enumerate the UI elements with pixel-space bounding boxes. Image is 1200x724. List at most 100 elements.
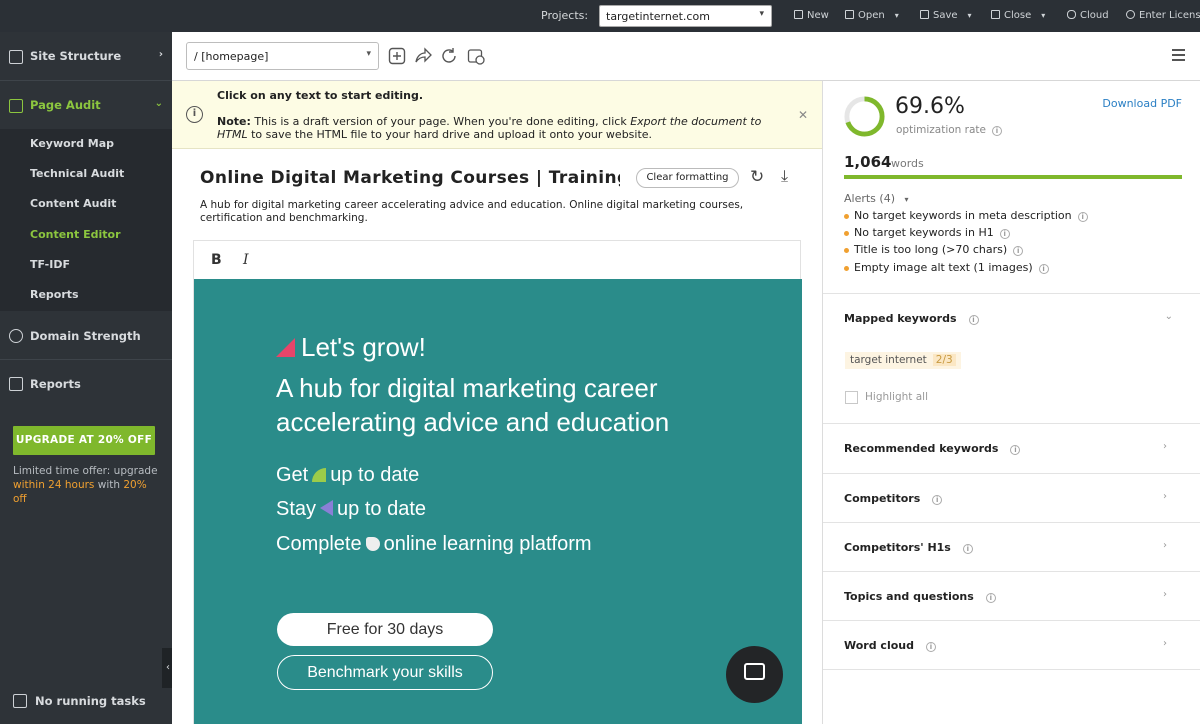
chat-button[interactable] bbox=[726, 646, 783, 703]
project-select[interactable]: targetinternet.com ▾ bbox=[599, 5, 772, 27]
sidebar-item-keyword-map[interactable]: Keyword Map bbox=[30, 137, 114, 150]
section-title: Topics and questions bbox=[844, 590, 974, 603]
word-cloud-section[interactable]: Word cloud i › bbox=[823, 620, 1200, 670]
hero-line-stay[interactable]: Stay up to date bbox=[276, 498, 426, 521]
info-icon[interactable]: i bbox=[992, 126, 1002, 136]
optimization-rate: 69.6% bbox=[895, 94, 965, 119]
benchmark-button[interactable]: Benchmark your skills bbox=[277, 655, 493, 690]
sidebar-item-tf-idf[interactable]: TF-IDF bbox=[30, 258, 70, 271]
alert-item: Title is too long (>70 chars) i bbox=[843, 243, 1024, 256]
sidebar-item-label: Domain Strength bbox=[30, 329, 141, 343]
alerts-toggle[interactable]: Alerts (4) ▾ bbox=[844, 192, 909, 205]
info-icon[interactable]: i bbox=[1038, 264, 1049, 274]
hero-line-text[interactable]: Complete bbox=[276, 533, 362, 555]
keyword-chip[interactable]: target internet 2/3 bbox=[845, 352, 961, 369]
new-button-label: New bbox=[807, 10, 829, 21]
url-toolbar: / [homepage] ▾ bbox=[172, 32, 1200, 81]
chevron-right-icon: › bbox=[1163, 441, 1167, 452]
schedule-refresh-icon[interactable] bbox=[467, 47, 485, 65]
clear-formatting-button[interactable]: Clear formatting bbox=[636, 168, 739, 188]
section-header[interactable]: Mapped keywords i bbox=[844, 312, 979, 325]
info-icon[interactable]: i bbox=[1077, 212, 1088, 222]
hero-line-complete[interactable]: Complete online learning platform bbox=[276, 533, 592, 556]
competitors-h1s-section[interactable]: Competitors' H1s i › bbox=[823, 522, 1200, 571]
meta-description[interactable]: A hub for digital marketing career accel… bbox=[200, 199, 790, 225]
note-text: to save the HTML file to your hard drive… bbox=[247, 128, 653, 141]
add-page-icon[interactable] bbox=[388, 47, 406, 65]
sidebar-item-reports-sub[interactable]: Reports bbox=[30, 288, 79, 301]
hero-headline[interactable]: A hub for digital marketing career accel… bbox=[276, 371, 716, 439]
sidebar-item-technical-audit[interactable]: Technical Audit bbox=[30, 167, 124, 180]
offer-highlight: within 24 hours bbox=[13, 479, 95, 491]
hero-tagline[interactable]: Let's grow! bbox=[276, 332, 426, 363]
open-button[interactable]: Open ▾ bbox=[845, 10, 899, 21]
page-url-select[interactable]: / [homepage] ▾ bbox=[186, 42, 379, 70]
chevron-down-icon: ▾ bbox=[759, 9, 764, 19]
hero-line-text[interactable]: up to date bbox=[337, 498, 426, 520]
close-icon[interactable]: ✕ bbox=[798, 108, 808, 122]
hero-line-get[interactable]: Get up to date bbox=[276, 464, 419, 487]
projects-label: Projects: bbox=[541, 9, 589, 22]
info-icon[interactable]: i bbox=[1013, 246, 1024, 256]
enter-license-button[interactable]: Enter License bbox=[1126, 10, 1200, 21]
free-trial-button[interactable]: Free for 30 days bbox=[277, 613, 493, 646]
hero-line-text[interactable]: Get bbox=[276, 464, 308, 486]
divider bbox=[0, 359, 172, 360]
refresh-icon[interactable]: ↻ bbox=[750, 167, 764, 187]
share-icon[interactable] bbox=[414, 47, 432, 65]
chevron-down-icon[interactable]: ▾ bbox=[1041, 11, 1045, 20]
hero-line-text[interactable]: online learning platform bbox=[384, 533, 592, 555]
upgrade-button[interactable]: UPGRADE AT 20% OFF bbox=[13, 426, 155, 455]
gauge-icon bbox=[9, 329, 23, 343]
alert-text: Empty image alt text (1 images) bbox=[854, 261, 1033, 274]
top-toolbar: Projects: targetinternet.com ▾ New Open ▾… bbox=[0, 0, 1200, 32]
chevron-down-icon[interactable]: ⌄ bbox=[1165, 311, 1173, 322]
info-icon[interactable]: i bbox=[925, 642, 936, 652]
speech-shape-icon bbox=[365, 537, 380, 551]
info-icon[interactable]: i bbox=[1010, 445, 1021, 455]
topics-questions-section[interactable]: Topics and questions i › bbox=[823, 571, 1200, 620]
close-button-label: Close bbox=[1004, 10, 1032, 21]
page-title[interactable]: Online Digital Marketing Courses | Train… bbox=[200, 168, 620, 188]
project-select-value: targetinternet.com bbox=[606, 10, 710, 23]
chevron-down-icon[interactable]: ▾ bbox=[895, 11, 899, 20]
chevron-down-icon[interactable]: ▾ bbox=[968, 11, 972, 20]
info-icon[interactable]: i bbox=[968, 315, 979, 325]
sidebar-item-content-editor[interactable]: Content Editor bbox=[30, 228, 121, 241]
info-icon[interactable]: i bbox=[962, 544, 973, 554]
optimization-panel: 69.6% optimization rate i Download PDF 1,… bbox=[822, 81, 1200, 724]
info-icon[interactable]: i bbox=[985, 593, 996, 603]
alert-item: Empty image alt text (1 images) i bbox=[844, 261, 1049, 274]
sidebar-item-content-audit[interactable]: Content Audit bbox=[30, 197, 116, 210]
hero-line-text[interactable]: up to date bbox=[330, 464, 419, 486]
note-label: Note: bbox=[217, 115, 251, 128]
download-icon[interactable]: ⤓ bbox=[781, 166, 788, 186]
close-button[interactable]: Close ▾ bbox=[991, 10, 1045, 21]
hero-tagline-text[interactable]: Let's grow! bbox=[301, 332, 426, 362]
chevron-right-icon: › bbox=[1163, 589, 1167, 600]
alerts-header: Alerts (4) bbox=[844, 192, 895, 205]
menu-icon[interactable] bbox=[1172, 49, 1185, 64]
bold-button[interactable]: B bbox=[211, 252, 222, 268]
cloud-button[interactable]: Cloud bbox=[1067, 10, 1109, 21]
recommended-keywords-section[interactable]: Recommended keywords i › bbox=[823, 423, 1200, 473]
new-button[interactable]: New bbox=[794, 10, 829, 21]
download-pdf-link[interactable]: Download PDF bbox=[1102, 97, 1182, 110]
report-icon bbox=[9, 377, 23, 391]
refresh-icon[interactable] bbox=[440, 47, 458, 65]
section-title: Word cloud bbox=[844, 639, 914, 652]
alert-text: No target keywords in meta description bbox=[854, 209, 1072, 222]
keyword-chip-label: target internet bbox=[850, 354, 927, 366]
info-icon[interactable]: i bbox=[932, 495, 943, 505]
section-title: Recommended keywords bbox=[844, 442, 999, 455]
italic-button[interactable]: I bbox=[243, 252, 249, 268]
info-icon[interactable]: i bbox=[999, 229, 1010, 239]
save-button[interactable]: Save ▾ bbox=[920, 10, 972, 21]
tasks-label: No running tasks bbox=[35, 694, 146, 708]
highlight-all-checkbox[interactable] bbox=[845, 391, 858, 404]
optimization-rate-label: optimization rate i bbox=[896, 124, 1002, 136]
hero-line-text[interactable]: Stay bbox=[276, 498, 316, 520]
hero-section[interactable]: Let's grow! A hub for digital marketing … bbox=[194, 279, 802, 724]
competitors-section[interactable]: Competitors i › bbox=[823, 473, 1200, 522]
section-header: Competitors i bbox=[844, 492, 943, 505]
